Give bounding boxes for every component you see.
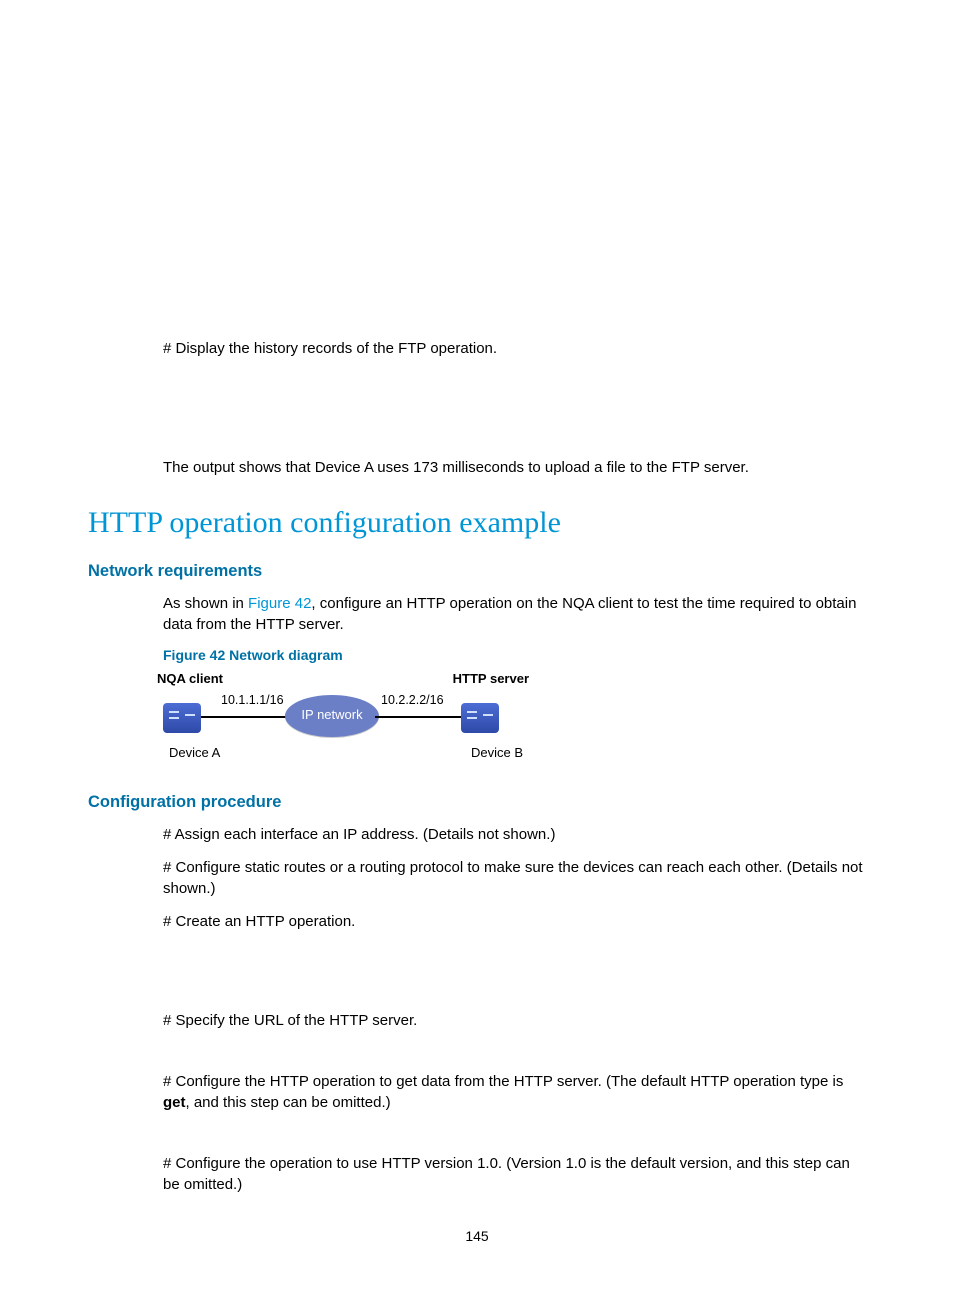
intro-line-2: The output shows that Device A uses 173 …	[163, 457, 866, 478]
section-config-procedure: Configuration procedure	[88, 793, 866, 812]
config-step-2: # Configure static routes or a routing p…	[163, 857, 866, 899]
section-network-requirements: Network requirements	[88, 562, 866, 581]
page-number: 145	[0, 1228, 954, 1244]
step5-bold: get	[163, 1094, 186, 1111]
device-b-label: Device B	[471, 745, 523, 760]
config-step-4: # Specify the URL of the HTTP server.	[163, 1010, 866, 1031]
ip-network-cloud: IP network	[285, 695, 379, 737]
page-title: HTTP operation configuration example	[88, 506, 866, 540]
switch-icon	[461, 703, 499, 733]
network-diagram: NQA client HTTP server 10.1.1.1/16 10.2.…	[163, 673, 543, 765]
config-step-6: # Configure the operation to use HTTP ve…	[163, 1153, 866, 1195]
switch-icon	[163, 703, 201, 733]
diagram-line	[375, 716, 463, 718]
cloud-label: IP network	[285, 707, 379, 722]
figure-link[interactable]: Figure 42	[248, 595, 311, 612]
config-step-3: # Create an HTTP operation.	[163, 911, 866, 932]
intro-line-1: # Display the history records of the FTP…	[163, 338, 866, 359]
document-page: # Display the history records of the FTP…	[0, 0, 954, 1195]
diagram-line	[201, 716, 291, 718]
config-step-5: # Configure the HTTP operation to get da…	[163, 1071, 866, 1113]
step5-post: , and this step can be omitted.)	[186, 1094, 391, 1111]
figure-caption: Figure 42 Network diagram	[163, 647, 866, 663]
ip-address-right: 10.2.2.2/16	[381, 693, 444, 707]
para-text-pre: As shown in	[163, 595, 248, 612]
device-a-label: Device A	[169, 745, 220, 760]
nqa-client-label: NQA client	[157, 671, 223, 686]
ip-address-left: 10.1.1.1/16	[221, 693, 284, 707]
network-req-paragraph: As shown in Figure 42, configure an HTTP…	[163, 593, 866, 635]
config-step-1: # Assign each interface an IP address. (…	[163, 824, 866, 845]
http-server-label: HTTP server	[453, 671, 529, 686]
step5-pre: # Configure the HTTP operation to get da…	[163, 1073, 843, 1090]
